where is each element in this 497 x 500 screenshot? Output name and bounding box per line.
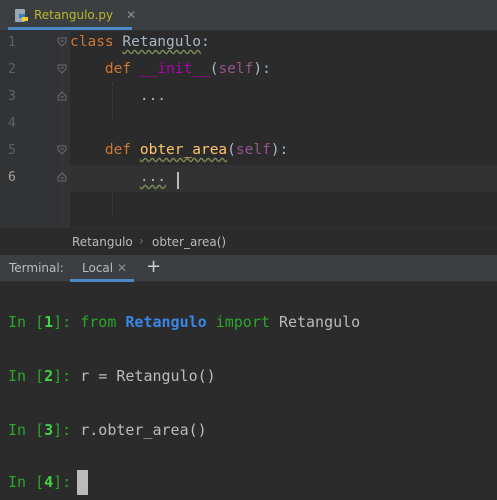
fold-open-icon[interactable] xyxy=(57,37,67,47)
fold-close-icon[interactable] xyxy=(57,91,67,101)
breadcrumb: Retangulo › obter_area() xyxy=(0,227,497,255)
code-line-2: def __init__(self): xyxy=(70,61,271,77)
method-name: obter_area xyxy=(139,142,228,158)
terminal-tab-local[interactable]: Local ✕ xyxy=(70,255,134,282)
line-number: 5 xyxy=(8,143,16,158)
prompt-end: ]: xyxy=(53,313,72,331)
self-param: self xyxy=(218,61,254,77)
prompt-number: 1 xyxy=(44,313,54,331)
keyword: import xyxy=(215,313,270,331)
prompt-end: ]: xyxy=(53,473,72,491)
terminal-toolbar: Terminal: Local ✕ + xyxy=(0,255,497,282)
code-line-3: ... xyxy=(70,88,166,104)
prompt-in: In [ xyxy=(8,473,45,491)
close-icon[interactable]: ✕ xyxy=(117,261,127,275)
self-param: self xyxy=(235,142,271,158)
terminal-line-3: In [3]: r.obter_area() xyxy=(8,421,207,439)
punctuation: ( xyxy=(227,142,236,158)
line-number: 3 xyxy=(8,89,16,104)
close-icon[interactable]: ✕ xyxy=(126,8,136,22)
line-number: 4 xyxy=(8,116,16,131)
breadcrumb-item-class[interactable]: Retangulo xyxy=(72,235,133,249)
terminal-title: Terminal: xyxy=(9,261,64,275)
prompt-end: ]: xyxy=(53,367,72,385)
editor-tab-label: Retangulo.py xyxy=(34,8,114,22)
code-line-1: class Retangulo: xyxy=(70,34,210,50)
fold-close-icon[interactable] xyxy=(57,172,67,182)
terminal-line-4[interactable]: In [4]: xyxy=(8,470,89,495)
fold-open-icon[interactable] xyxy=(57,145,67,155)
terminal-code: r.obter_area() xyxy=(80,421,207,439)
keyword: class xyxy=(70,34,114,50)
code-line-5: def obter_area(self): xyxy=(70,142,288,158)
prompt-number: 4 xyxy=(44,473,54,491)
ellipsis: ... xyxy=(139,88,167,104)
ellipsis: ... xyxy=(139,169,167,185)
terminal-cursor xyxy=(77,470,89,495)
keyword: def xyxy=(104,61,132,77)
punctuation: : xyxy=(200,34,210,50)
code-editor[interactable]: 1 2 3 4 5 6 class Retangulo: def __init_… xyxy=(0,31,497,227)
fold-open-icon[interactable] xyxy=(57,64,67,74)
import-name: Retangulo xyxy=(278,313,361,331)
add-terminal-button[interactable]: + xyxy=(146,256,161,277)
prompt-in: In [ xyxy=(8,421,45,439)
line-number: 6 xyxy=(8,170,16,185)
prompt-in: In [ xyxy=(8,313,45,331)
indent-guide xyxy=(112,191,113,215)
python-file-icon xyxy=(14,8,29,23)
prompt-number: 2 xyxy=(44,367,54,385)
text-cursor xyxy=(177,172,179,189)
prompt-end: ]: xyxy=(53,421,72,439)
line-number: 2 xyxy=(8,62,16,77)
terminal-tab-label: Local xyxy=(82,261,114,275)
class-name: Retangulo xyxy=(122,34,201,50)
code-line-6: ... xyxy=(70,169,166,185)
breadcrumb-separator: › xyxy=(139,234,144,248)
module-name: Retangulo xyxy=(125,313,207,331)
punctuation: ): xyxy=(270,142,289,158)
terminal-console[interactable]: In [1]: from Retangulo import Retangulo … xyxy=(0,282,497,500)
method-name: __init__ xyxy=(139,61,210,77)
prompt-number: 3 xyxy=(44,421,54,439)
keyword: def xyxy=(104,142,132,158)
gutter-divider xyxy=(62,31,63,227)
terminal-code: r = Retangulo() xyxy=(80,367,216,385)
prompt-in: In [ xyxy=(8,367,45,385)
keyword: from xyxy=(80,313,117,331)
line-number: 1 xyxy=(8,35,16,50)
breadcrumb-item-method[interactable]: obter_area() xyxy=(152,235,226,249)
terminal-line-1: In [1]: from Retangulo import Retangulo xyxy=(8,313,360,331)
terminal-line-2: In [2]: r = Retangulo() xyxy=(8,367,216,385)
editor-tab-bar: Retangulo.py ✕ xyxy=(0,0,497,31)
editor-tab-retangulo[interactable]: Retangulo.py ✕ xyxy=(8,3,136,30)
punctuation: ): xyxy=(253,61,271,77)
